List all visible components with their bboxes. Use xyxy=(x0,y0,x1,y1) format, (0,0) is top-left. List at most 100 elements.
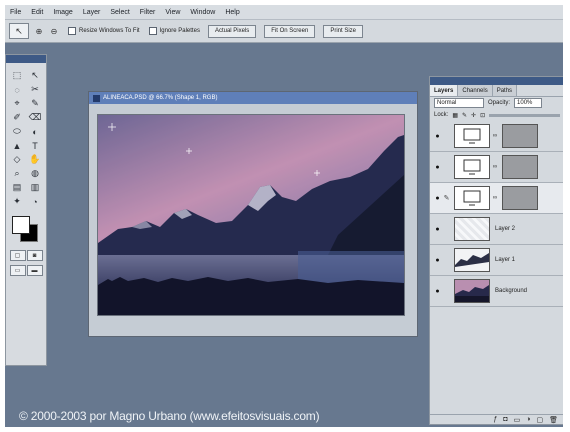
zoom-in-icon[interactable]: ⊕ xyxy=(34,26,44,36)
menu-help[interactable]: Help xyxy=(220,9,244,16)
tool-button-icon[interactable]: ▤ xyxy=(9,181,25,194)
layer-row[interactable]: ● Background xyxy=(430,276,563,307)
vector-mask-thumbnail[interactable] xyxy=(502,124,538,148)
mask-link-icon[interactable]: ∞ xyxy=(492,164,498,170)
layer-thumbnail[interactable] xyxy=(454,217,490,241)
tab-layers[interactable]: Layers xyxy=(430,85,459,96)
visibility-eye-icon[interactable]: ● xyxy=(433,195,442,202)
tool-button-icon[interactable]: ✂ xyxy=(27,83,43,96)
photoshop-doc-icon xyxy=(93,94,100,102)
opacity-label: Opacity: xyxy=(488,100,511,106)
tool-button-icon[interactable]: ⬚ xyxy=(9,69,25,82)
quick-mask-icon[interactable]: ◙ xyxy=(26,250,43,261)
menu-image[interactable]: Image xyxy=(48,9,77,16)
ignore-palettes-checkbox[interactable]: Ignore Palettes xyxy=(148,27,200,35)
print-size-button[interactable]: Print Size xyxy=(323,24,363,38)
visibility-eye-icon[interactable]: ● xyxy=(433,164,442,171)
layer-row[interactable]: ● ∞ xyxy=(430,121,563,152)
document-title-bar[interactable]: ALINEACA.PSD @ 66.7% (Shape 1, RGB) xyxy=(89,92,417,104)
tool-button-icon[interactable]: ◐ xyxy=(27,125,43,138)
foreground-color-swatch[interactable] xyxy=(12,216,30,234)
screen-mode-full-icon[interactable]: ▬ xyxy=(26,265,43,276)
blend-opacity-row: Normal Opacity: 100% xyxy=(430,97,563,109)
new-layer-icon[interactable]: ▢ xyxy=(536,416,543,424)
layer-name: Background xyxy=(495,288,528,294)
menu-edit[interactable]: Edit xyxy=(26,9,48,16)
visibility-eye-icon[interactable]: ● xyxy=(433,133,442,140)
menu-select[interactable]: Select xyxy=(105,9,134,16)
zoom-out-icon[interactable]: ⊖ xyxy=(49,26,59,36)
tool-button-icon[interactable]: ▲ xyxy=(9,139,25,152)
tool-button-icon[interactable]: ✋ xyxy=(27,153,43,166)
standard-mode-icon[interactable]: ▢ xyxy=(9,250,26,261)
delete-layer-icon[interactable]: 🗑 xyxy=(549,416,558,424)
layer-row[interactable]: ● ∞ xyxy=(430,152,563,183)
layer-thumbnail[interactable] xyxy=(454,124,490,148)
menu-file[interactable]: File xyxy=(5,9,26,16)
tool-button-icon[interactable]: ⬭ xyxy=(9,125,25,138)
lock-position-icon[interactable]: ✛ xyxy=(471,112,476,119)
actual-pixels-button[interactable]: Actual Pixels xyxy=(207,24,257,38)
checkbox-box[interactable] xyxy=(68,27,76,35)
layer-row[interactable]: ● Layer 2 xyxy=(430,214,563,245)
tool-preset-picker[interactable]: ↖ xyxy=(9,23,29,39)
layer-thumbnail[interactable] xyxy=(454,186,490,210)
tool-button-icon[interactable]: ⌕ xyxy=(9,167,25,180)
layers-palette-title-bar[interactable] xyxy=(430,77,563,85)
screen-mode-standard-icon[interactable]: ▭ xyxy=(9,265,26,276)
new-adjustment-icon[interactable]: ◑ xyxy=(526,416,530,423)
tool-button-icon[interactable]: ◔ xyxy=(27,195,43,208)
toolbox-title-bar[interactable] xyxy=(6,55,46,63)
blend-mode-select[interactable]: Normal xyxy=(434,98,484,108)
vector-mask-thumbnail[interactable] xyxy=(502,155,538,179)
lock-all-icon[interactable]: ⊡ xyxy=(480,112,485,119)
visibility-eye-icon[interactable]: ● xyxy=(433,226,442,233)
image-canvas[interactable] xyxy=(97,114,405,316)
mask-link-icon[interactable]: ∞ xyxy=(492,133,498,139)
menu-view[interactable]: View xyxy=(160,9,185,16)
menu-layer[interactable]: Layer xyxy=(78,9,106,16)
tool-button-icon[interactable]: ✐ xyxy=(9,111,25,124)
tab-channels[interactable]: Channels xyxy=(458,85,493,96)
vector-mask-thumbnail[interactable] xyxy=(502,186,538,210)
layer-list: ● ∞ ● ∞ ● ✎ ∞ ● Layer 2 ● Layer 1 ● Background xyxy=(430,121,563,307)
fit-on-screen-button[interactable]: Fit On Screen xyxy=(264,24,316,38)
layer-thumbnail[interactable] xyxy=(454,155,490,179)
tool-button-icon[interactable]: T xyxy=(27,139,43,152)
tool-button-icon[interactable]: ✎ xyxy=(27,97,43,110)
palette-tabs: Layers Channels Paths xyxy=(430,85,563,97)
add-mask-icon[interactable]: ◘ xyxy=(503,416,507,423)
tool-button-icon[interactable]: ✦ xyxy=(9,195,25,208)
fill-slider[interactable] xyxy=(489,113,560,117)
visibility-eye-icon[interactable]: ● xyxy=(433,288,442,295)
layer-thumbnail[interactable] xyxy=(454,279,490,303)
tool-button-icon[interactable]: ◌ xyxy=(9,83,25,96)
add-style-icon[interactable]: ƒ xyxy=(493,416,497,423)
menu-filter[interactable]: Filter xyxy=(135,9,161,16)
tool-button-icon[interactable]: ⌫ xyxy=(27,111,43,124)
checkbox-box[interactable] xyxy=(148,27,157,35)
menu-bar: File Edit Image Layer Select Filter View… xyxy=(5,5,563,20)
menu-window[interactable]: Window xyxy=(185,9,220,16)
resize-windows-checkbox[interactable]: Resize Windows To Fit xyxy=(68,27,140,35)
layer-row[interactable]: ● ✎ ∞ xyxy=(430,183,563,214)
lock-row: Lock: ▦ ✎ ✛ ⊡ xyxy=(430,109,563,121)
document-title: ALINEACA.PSD @ 66.7% (Shape 1, RGB) xyxy=(103,95,218,101)
checkbox-label: Resize Windows To Fit xyxy=(79,28,140,34)
mask-link-icon[interactable]: ∞ xyxy=(492,195,498,201)
opacity-field[interactable]: 100% xyxy=(514,98,543,108)
layer-row[interactable]: ● Layer 1 xyxy=(430,245,563,276)
tool-button-icon[interactable]: ↖ xyxy=(27,69,43,82)
new-set-icon[interactable]: ▭ xyxy=(514,416,521,424)
tool-button-icon[interactable]: ⌖ xyxy=(9,97,25,110)
tool-button-icon[interactable]: ▥ xyxy=(27,181,43,194)
tool-button-icon[interactable]: ◇ xyxy=(9,153,25,166)
layer-link-icon[interactable]: ✎ xyxy=(442,194,451,202)
visibility-eye-icon[interactable]: ● xyxy=(433,257,442,264)
photoshop-window: File Edit Image Layer Select Filter View… xyxy=(5,5,563,427)
tool-button-icon[interactable]: ◍ xyxy=(27,167,43,180)
lock-image-icon[interactable]: ✎ xyxy=(462,112,467,119)
layer-thumbnail[interactable] xyxy=(454,248,490,272)
tab-paths[interactable]: Paths xyxy=(492,85,518,96)
lock-transparency-icon[interactable]: ▦ xyxy=(452,112,458,119)
